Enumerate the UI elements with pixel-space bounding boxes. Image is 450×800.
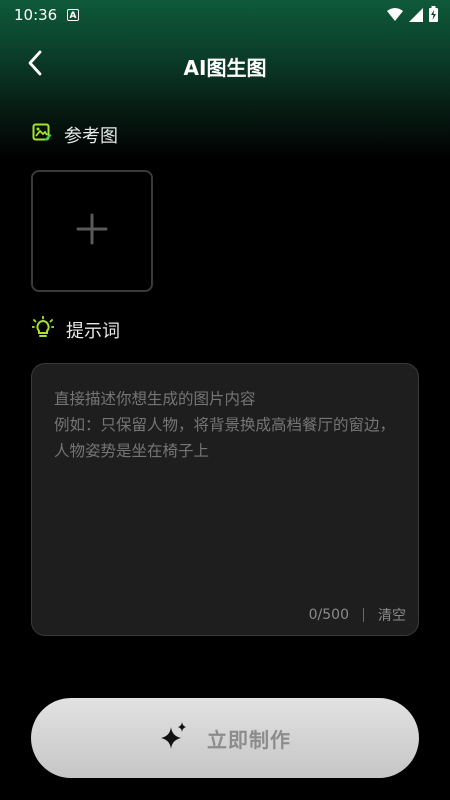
make-now-label: 立即制作 (207, 727, 291, 752)
status-time: 10:36 (14, 6, 58, 24)
reference-upload-button[interactable] (31, 170, 153, 292)
prompt-input[interactable] (52, 384, 402, 588)
sparkle-icon (159, 721, 189, 755)
nav-bar: AI图生图 (0, 40, 450, 90)
make-now-button[interactable]: 立即制作 (31, 698, 419, 778)
page-title: AI图生图 (183, 56, 267, 80)
prompt-label: 提示词 (66, 321, 120, 342)
battery-charging-icon (429, 6, 438, 26)
reference-label: 参考图 (64, 126, 118, 147)
plus-icon (76, 213, 108, 249)
char-count: 0/500 (308, 607, 349, 623)
prompt-section-header: 提示词 (31, 315, 120, 344)
prompt-footer: 0/500 清空 (309, 605, 406, 625)
lightbulb-icon (31, 315, 55, 344)
reference-section-header: 参考图 (32, 122, 118, 148)
signal-icon (409, 7, 423, 26)
status-bar: 10:36 A (0, 0, 450, 32)
wifi-icon (387, 7, 403, 26)
prompt-box: 0/500 清空 (31, 363, 419, 636)
image-edit-icon (32, 123, 52, 147)
notification-indicator: A (67, 9, 79, 21)
status-icons (387, 6, 438, 26)
clear-button[interactable]: 清空 (378, 605, 406, 625)
footer-divider (363, 608, 364, 622)
